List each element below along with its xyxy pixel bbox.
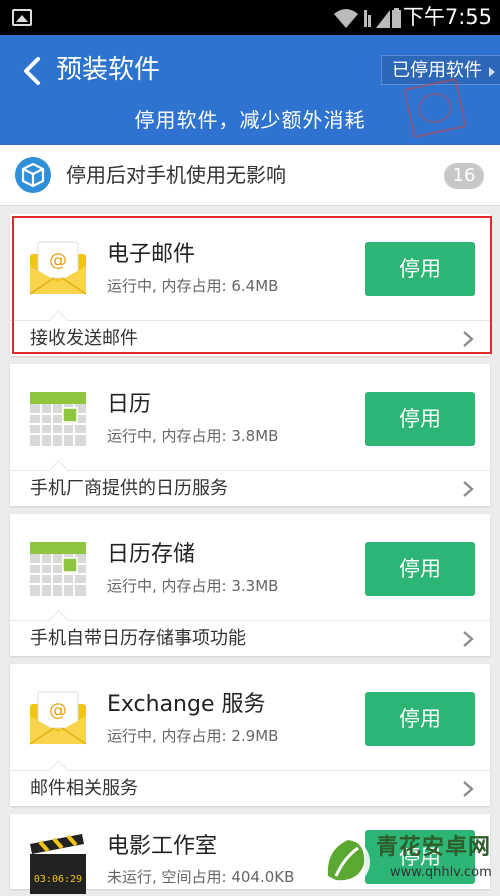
status-time: 下午7:55 <box>402 5 492 29</box>
status-icons <box>334 8 401 28</box>
leaf-logo-icon <box>322 838 370 886</box>
divider <box>10 620 490 621</box>
divider <box>10 470 490 471</box>
info-row: 停用后对手机使用无影响 16 <box>0 145 500 206</box>
app-status: 运行中, 内存占用: 3.3MB <box>107 577 279 595</box>
app-card: 日历 运行中, 内存占用: 3.8MB 停用 手机厂商提供的日历服务 <box>10 364 490 506</box>
app-card: @ 电子邮件 运行中, 内存占用: 6.4MB 停用 接收发送邮件 <box>10 214 490 356</box>
clock-text: 03:06:29 <box>34 874 82 885</box>
app-status: 运行中, 内存占用: 2.9MB <box>107 727 279 745</box>
clapperboard-icon: 03:06:29 <box>30 834 86 894</box>
back-arrow-icon[interactable] <box>18 53 48 89</box>
app-description[interactable]: 接收发送邮件 <box>30 324 138 354</box>
count-badge: 16 <box>444 163 484 189</box>
divider <box>10 770 490 771</box>
header-subtitle: 停用软件，减少额外消耗 <box>134 108 366 132</box>
disable-button[interactable]: 停用 <box>365 692 475 746</box>
chevron-right-icon <box>489 67 495 77</box>
app-description[interactable]: 手机自带日历存储事项功能 <box>30 624 246 654</box>
app-card: @ Exchange 服务 运行中, 内存占用: 2.9MB 停用 邮件相关服务 <box>10 664 490 806</box>
watermark-title: 青花安卓网 <box>376 835 492 860</box>
app-name: Exchange 服务 <box>107 692 266 717</box>
cube-icon <box>15 157 51 193</box>
disable-button[interactable]: 停用 <box>365 542 475 596</box>
chevron-right-icon[interactable] <box>462 780 474 798</box>
disable-button[interactable]: 停用 <box>365 392 475 446</box>
calendar-icon <box>30 542 86 596</box>
app-card: 日历存储 运行中, 内存占用: 3.3MB 停用 手机自带日历存储事项功能 <box>10 514 490 656</box>
status-bar: 下午7:55 <box>0 0 500 35</box>
mail-icon: @ <box>29 691 87 745</box>
info-text: 停用后对手机使用无影响 <box>66 163 286 187</box>
divider <box>10 320 490 321</box>
app-status: 运行中, 内存占用: 6.4MB <box>107 277 279 295</box>
mail-icon: @ <box>29 241 87 295</box>
disable-button[interactable]: 停用 <box>365 242 475 296</box>
app-header: 预装软件 已停用软件 停用软件，减少额外消耗 <box>0 35 500 145</box>
watermark: 青花安卓网 www.qhhlv.com <box>318 832 500 889</box>
app-name: 日历存储 <box>107 542 196 567</box>
app-name: 电影工作室 <box>107 834 218 859</box>
watermark-url: www.qhhlv.com <box>390 865 492 880</box>
calendar-icon <box>30 392 86 446</box>
chevron-right-icon[interactable] <box>462 480 474 498</box>
app-description[interactable]: 手机厂商提供的日历服务 <box>30 474 228 504</box>
chevron-right-icon[interactable] <box>462 630 474 648</box>
app-name: 日历 <box>107 392 152 417</box>
chevron-right-icon[interactable] <box>462 330 474 348</box>
app-status: 运行中, 内存占用: 3.8MB <box>107 427 279 445</box>
app-status: 未运行, 空间占用: 404.0KB <box>107 868 295 886</box>
svg-text:@: @ <box>49 250 67 271</box>
app-name: 电子邮件 <box>107 242 196 267</box>
gallery-notification-icon <box>12 9 32 26</box>
svg-text:@: @ <box>49 700 67 721</box>
page-title: 预装软件 <box>56 55 161 85</box>
disabled-apps-label: 已停用软件 <box>392 60 482 81</box>
app-description[interactable]: 邮件相关服务 <box>30 774 138 804</box>
